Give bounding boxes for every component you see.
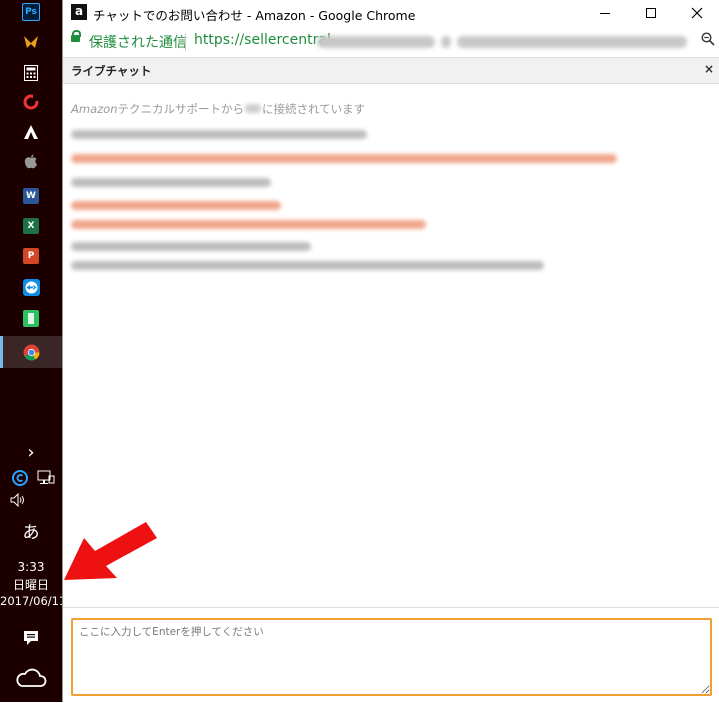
connection-notice: Amazonテクニカルサポートから に接続されています xyxy=(71,101,365,117)
chat-input[interactable] xyxy=(71,618,712,696)
redacted-message xyxy=(71,154,617,163)
chat-input-area xyxy=(63,607,719,703)
calculator-icon[interactable] xyxy=(17,61,45,85)
ime-indicator[interactable]: あ xyxy=(0,518,62,543)
chat-header: ライブチャット × xyxy=(63,57,719,84)
security-label[interactable]: 保護された通信 xyxy=(89,32,187,52)
evernote-icon[interactable] xyxy=(17,306,45,330)
minimize-icon[interactable] xyxy=(582,0,628,26)
teamviewer-icon[interactable] xyxy=(17,275,45,299)
tray-chevron-icon[interactable]: › xyxy=(17,440,45,464)
address-bar[interactable]: 保護された通信 https://sellercentral- xyxy=(63,28,719,56)
red-arrow-annotation xyxy=(64,522,157,580)
apple-icon[interactable] xyxy=(17,150,45,174)
connected-company: Amazon xyxy=(71,102,118,116)
redacted-message xyxy=(71,261,544,270)
window-title: チャットでのお問い合わせ - Amazon - Google Chrome xyxy=(93,8,416,23)
redacted-message xyxy=(71,130,367,139)
redacted-message xyxy=(71,201,281,210)
chat-messages: Amazonテクニカルサポートから に接続されています xyxy=(63,84,719,607)
powerpoint-icon[interactable]: P xyxy=(17,244,45,268)
taskbar: Ps W X P › あ 3:33 日曜日 2017/06/11 xyxy=(0,0,66,702)
network-icon[interactable] xyxy=(32,466,60,490)
volume-icon[interactable] xyxy=(4,488,32,512)
photoshop-icon[interactable]: Ps xyxy=(17,0,45,24)
zoom-icon[interactable] xyxy=(701,32,715,50)
redacted-message xyxy=(71,178,271,187)
redacted-agent-name xyxy=(244,104,261,113)
connected-suffix: に接続されています xyxy=(261,102,366,116)
chat-close-button[interactable]: × xyxy=(704,62,714,76)
clock-weekday[interactable]: 日曜日 xyxy=(0,576,62,593)
address-separator xyxy=(185,33,186,51)
redacted-message xyxy=(71,242,311,251)
clock-time[interactable]: 3:33 xyxy=(0,560,62,574)
amazon-logo-icon: a xyxy=(71,4,87,20)
ccleaner-icon[interactable] xyxy=(17,90,45,114)
lock-icon[interactable] xyxy=(71,30,81,42)
url-redacted xyxy=(317,33,691,49)
chat-title: ライブチャット xyxy=(71,64,152,78)
maximize-icon[interactable] xyxy=(628,0,674,26)
cortana-icon[interactable] xyxy=(6,466,34,490)
excel-icon[interactable]: X xyxy=(17,214,45,238)
redacted-message xyxy=(71,220,426,229)
close-icon[interactable] xyxy=(674,0,719,26)
app-icon[interactable] xyxy=(17,30,45,54)
apple-a-icon[interactable] xyxy=(17,120,45,144)
url-text[interactable]: https://sellercentral- xyxy=(194,32,336,48)
chrome-icon[interactable] xyxy=(17,340,45,364)
chrome-window: a チャットでのお問い合わせ - Amazon - Google Chrome … xyxy=(62,0,719,703)
clock-date[interactable]: 2017/06/11 xyxy=(0,594,66,608)
action-center-icon[interactable] xyxy=(17,626,45,650)
connected-dept: テクニカルサポートから xyxy=(117,102,244,116)
active-app-indicator xyxy=(0,336,3,368)
word-icon[interactable]: W xyxy=(17,184,45,208)
onedrive-icon[interactable] xyxy=(14,666,48,690)
title-bar[interactable]: a チャットでのお問い合わせ - Amazon - Google Chrome xyxy=(63,0,719,26)
